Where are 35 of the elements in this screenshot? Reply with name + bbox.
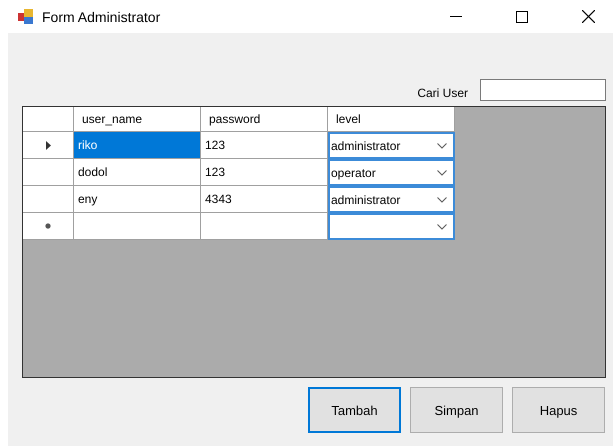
chevron-down-icon bbox=[437, 224, 447, 230]
window-title: Form Administrator bbox=[42, 8, 160, 24]
app-icon bbox=[18, 8, 34, 24]
action-button[interactable]: Hapus bbox=[512, 387, 605, 433]
table-cell[interactable] bbox=[74, 213, 201, 240]
table-cell[interactable]: riko bbox=[74, 132, 201, 159]
maximize-icon[interactable] bbox=[516, 10, 528, 22]
chevron-down-icon bbox=[437, 142, 447, 148]
table-cell[interactable]: dodol bbox=[74, 159, 201, 186]
column-header[interactable]: password bbox=[201, 107, 328, 132]
table-cell[interactable]: 123 bbox=[201, 132, 328, 159]
chevron-down-icon bbox=[437, 170, 447, 176]
current-row-icon bbox=[46, 140, 50, 150]
table-cell[interactable]: eny bbox=[74, 186, 201, 213]
row-header-cell[interactable] bbox=[23, 159, 74, 186]
level-dropdown[interactable]: administrator bbox=[328, 132, 455, 159]
new-row-icon bbox=[45, 223, 51, 229]
row-header-cell[interactable] bbox=[23, 213, 74, 240]
table-cell[interactable]: 4343 bbox=[201, 186, 328, 213]
search-label: Cari User bbox=[417, 86, 468, 101]
close-icon[interactable] bbox=[582, 10, 595, 23]
table-cell[interactable]: 123 bbox=[201, 159, 328, 186]
action-button[interactable]: Simpan bbox=[410, 387, 503, 433]
minimize-icon[interactable] bbox=[450, 16, 462, 18]
level-dropdown[interactable] bbox=[328, 213, 455, 240]
column-header[interactable]: level bbox=[328, 107, 455, 132]
row-header-cell[interactable] bbox=[23, 132, 74, 159]
column-header[interactable]: user_name bbox=[74, 107, 201, 132]
action-button[interactable]: Tambah bbox=[308, 387, 401, 433]
search-field[interactable] bbox=[480, 79, 606, 101]
table-cell[interactable] bbox=[201, 213, 328, 240]
row-header-cell[interactable] bbox=[23, 186, 74, 213]
level-dropdown[interactable]: operator bbox=[328, 159, 455, 186]
chevron-down-icon bbox=[437, 196, 447, 202]
level-dropdown[interactable]: administrator bbox=[328, 186, 455, 213]
